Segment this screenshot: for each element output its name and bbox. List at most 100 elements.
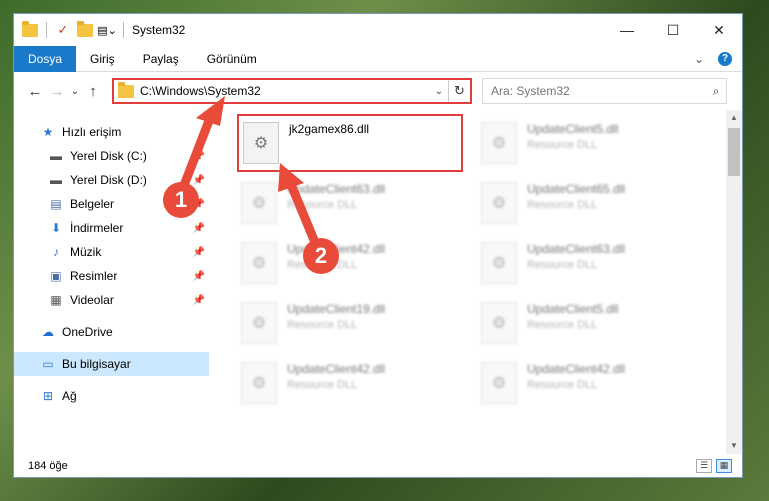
sidebar-item-label: Yerel Disk (D:) xyxy=(70,173,147,187)
tab-share[interactable]: Paylaş xyxy=(129,46,193,72)
new-folder-icon[interactable] xyxy=(77,20,93,38)
videos-icon: ▦ xyxy=(50,293,62,307)
sidebar-item-music[interactable]: ♪ Müzik 📌 xyxy=(14,240,209,264)
window-title: System32 xyxy=(132,23,186,37)
dll-file-icon: ⚙ xyxy=(481,362,517,404)
dll-file-icon: ⚙ xyxy=(481,302,517,344)
dll-file-icon: ⚙ xyxy=(241,182,277,224)
explorer-window: ✓ ▤⌄ System32 — ☐ ✕ Dosya Giriş Paylaş G… xyxy=(13,13,743,478)
quick-access-toolbar: ✓ ▤⌄ xyxy=(22,20,126,38)
file-item[interactable]: ⚙ UpdateClient42.dllResource DLL xyxy=(237,236,477,296)
search-box[interactable]: ⌕ xyxy=(482,78,727,104)
sidebar-item-label: Hızlı erişim xyxy=(62,125,122,139)
forward-button[interactable]: → xyxy=(46,83,68,100)
back-button[interactable]: ← xyxy=(24,83,46,100)
ribbon-tabs: Dosya Giriş Paylaş Görünüm ⌄ ? xyxy=(14,45,742,72)
file-name: UpdateClient63.dll xyxy=(287,182,386,196)
dll-file-icon: ⚙ xyxy=(243,122,279,164)
close-button[interactable]: ✕ xyxy=(696,14,742,46)
refresh-icon[interactable]: ↻ xyxy=(448,80,470,102)
file-name: UpdateClient42.dll xyxy=(527,362,626,376)
status-bar: 184 öğe ☰ ▦ xyxy=(14,454,742,477)
sidebar-item-onedrive[interactable]: ☁ OneDrive xyxy=(14,320,209,344)
step-1-badge: 1 xyxy=(163,182,199,218)
file-item-jk2gamex86[interactable]: ⚙ jk2gamex86.dll xyxy=(237,114,463,172)
file-type: Resource DLL xyxy=(287,379,358,391)
pin-icon: 📌 xyxy=(192,246,205,258)
minimize-button[interactable]: — xyxy=(604,14,650,46)
maximize-button[interactable]: ☐ xyxy=(650,14,696,46)
sidebar-item-label: Müzik xyxy=(70,245,102,259)
pin-icon: 📌 xyxy=(192,150,205,162)
sidebar-item-label: Videolar xyxy=(70,293,114,307)
drive-icon: ▬ xyxy=(50,173,62,187)
music-icon: ♪ xyxy=(53,245,59,259)
sidebar-item-local-disk-c[interactable]: ▬ Yerel Disk (C:) 📌 xyxy=(14,144,209,168)
sidebar-item-label: Resimler xyxy=(70,269,118,283)
search-input[interactable] xyxy=(491,84,706,98)
documents-icon: ▤ xyxy=(50,197,62,211)
recent-locations-button[interactable]: ⌄ xyxy=(68,86,82,97)
sidebar-item-label: İndirmeler xyxy=(70,221,124,235)
sidebar-item-videos[interactable]: ▦ Videolar 📌 xyxy=(14,288,209,312)
tab-file[interactable]: Dosya xyxy=(14,45,77,72)
file-item[interactable]: ⚙ UpdateClient65.dll Resource DLL xyxy=(477,176,717,236)
scroll-down-icon[interactable]: ▼ xyxy=(726,438,742,454)
sidebar-item-network[interactable]: ⊞ Ağ xyxy=(14,384,209,408)
main-content: ★ Hızlı erişim ▬ Yerel Disk (C:) 📌 ▬ Yer… xyxy=(14,110,742,454)
pin-icon: 📌 xyxy=(192,294,205,306)
file-type: Resource DLL xyxy=(527,319,598,331)
vertical-scrollbar[interactable]: ▲ ▼ xyxy=(726,110,742,454)
properties-icon[interactable]: ✓ xyxy=(55,22,71,38)
pin-icon: 📌 xyxy=(192,270,205,282)
sidebar-item-label: Ağ xyxy=(62,389,77,403)
file-name: UpdateClient65.dll xyxy=(527,182,626,196)
title-bar: ✓ ▤⌄ System32 — ☐ ✕ xyxy=(14,14,742,46)
file-item[interactable]: ⚙ UpdateClient63.dll Resource DLL xyxy=(477,236,717,296)
file-item[interactable]: ⚙ UpdateClient63.dll Resource DLL xyxy=(237,176,477,236)
dll-file-icon: ⚙ xyxy=(241,242,277,284)
sidebar-item-label: Belgeler xyxy=(70,197,115,211)
pin-icon: 📌 xyxy=(192,174,205,186)
sidebar-item-quick-access[interactable]: ★ Hızlı erişim xyxy=(14,120,209,144)
folder-icon xyxy=(118,81,134,98)
sidebar-item-label: Bu bilgisayar xyxy=(62,357,131,371)
file-item[interactable]: ⚙ UpdateClient5.dll Resource DLL xyxy=(477,116,717,176)
expand-ribbon-icon[interactable]: ⌄ xyxy=(694,52,704,66)
pin-icon: 📌 xyxy=(192,222,205,234)
scroll-thumb[interactable] xyxy=(728,128,740,176)
star-icon: ★ xyxy=(42,125,54,139)
sidebar-item-downloads[interactable]: ⬇ İndirmeler 📌 xyxy=(14,216,209,240)
file-type: Resource DLL xyxy=(287,199,358,211)
dll-file-icon: ⚙ xyxy=(241,362,277,404)
help-icon[interactable]: ? xyxy=(718,51,732,66)
file-item[interactable]: ⚙ UpdateClient5.dll Resource DLL xyxy=(477,296,717,356)
dll-file-icon: ⚙ xyxy=(241,302,277,344)
navigation-pane: ★ Hızlı erişim ▬ Yerel Disk (C:) 📌 ▬ Yer… xyxy=(14,110,209,454)
search-icon[interactable]: ⌕ xyxy=(706,84,726,99)
navigation-row: ← → ⌄ ↑ C:\Windows\System32 ⌄ ↻ ⌕ xyxy=(14,72,742,110)
address-path[interactable]: C:\Windows\System32 xyxy=(140,84,430,98)
step-2-badge: 2 xyxy=(303,238,339,274)
file-item[interactable]: ⚙ UpdateClient42.dllResource DLL xyxy=(477,356,717,416)
address-dropdown-icon[interactable]: ⌄ xyxy=(430,86,448,97)
sidebar-item-label: OneDrive xyxy=(62,325,113,339)
drive-icon: ▬ xyxy=(50,149,62,163)
address-bar[interactable]: C:\Windows\System32 ⌄ ↻ xyxy=(112,78,472,104)
file-type: Resource DLL xyxy=(527,199,598,211)
customize-toolbar-icon[interactable]: ▤⌄ xyxy=(97,22,117,38)
tab-home[interactable]: Giriş xyxy=(76,46,129,72)
sidebar-item-pictures[interactable]: ▣ Resimler 📌 xyxy=(14,264,209,288)
sidebar-item-label: Yerel Disk (C:) xyxy=(70,149,147,163)
item-count: 184 öğe xyxy=(28,459,68,472)
sidebar-item-this-pc[interactable]: ▭ Bu bilgisayar xyxy=(14,352,209,376)
file-type: Resource DLL xyxy=(527,139,598,151)
file-item[interactable]: ⚙ UpdateClient19.dll Resource DLL xyxy=(237,296,477,356)
file-item[interactable]: ⚙ UpdateClient42.dllResource DLL xyxy=(237,356,477,416)
tab-view[interactable]: Görünüm xyxy=(193,46,271,72)
details-view-icon[interactable]: ☰ xyxy=(696,458,712,473)
scroll-up-icon[interactable]: ▲ xyxy=(726,110,742,126)
dll-file-icon: ⚙ xyxy=(481,122,517,164)
up-button[interactable]: ↑ xyxy=(82,83,104,100)
large-icons-view-icon[interactable]: ▦ xyxy=(716,458,732,473)
